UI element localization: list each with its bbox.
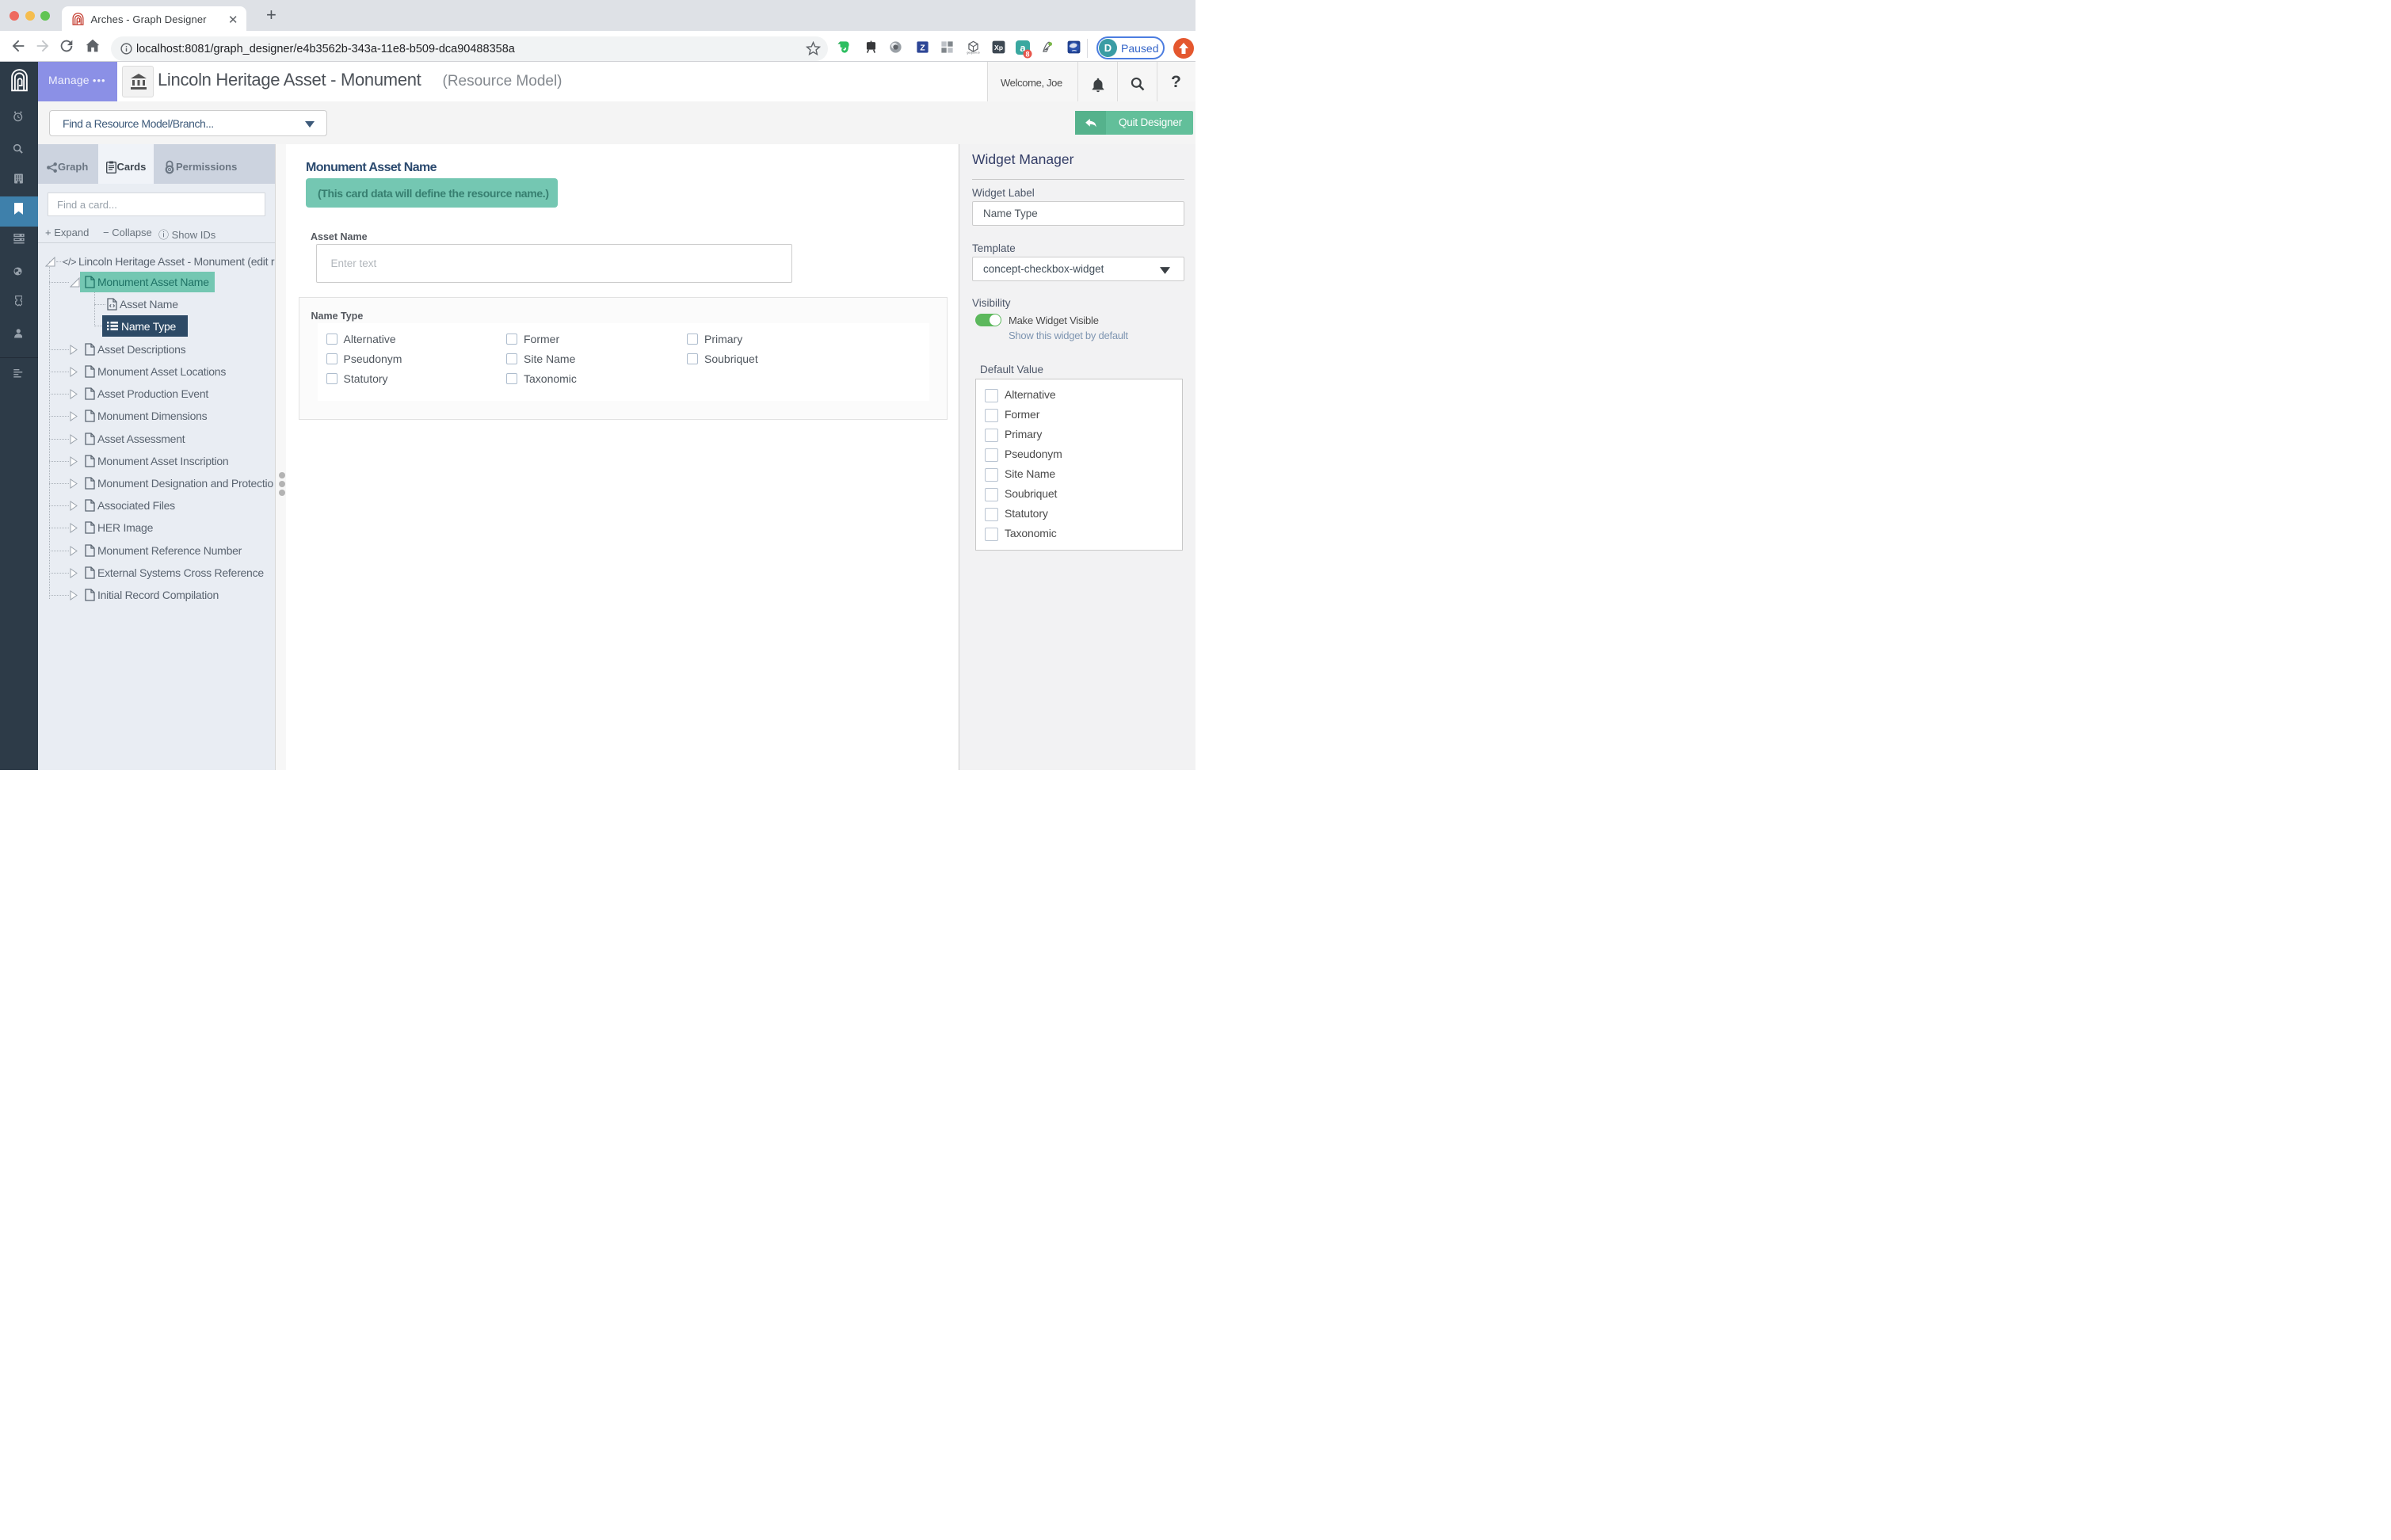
svg-text:Xp: Xp	[994, 44, 1003, 51]
svg-text:Z: Z	[920, 44, 925, 52]
svg-text:8: 8	[1025, 51, 1029, 59]
svg-text:geojson.io: geojson.io	[967, 51, 979, 54]
